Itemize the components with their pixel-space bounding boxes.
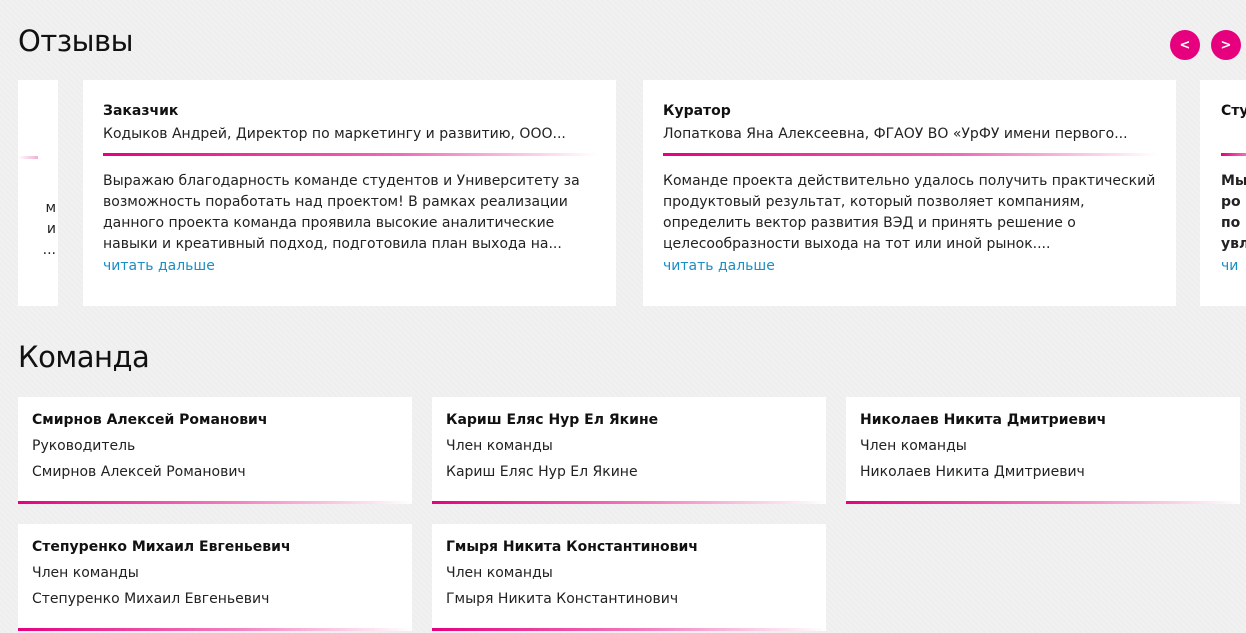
carousel-prev-button[interactable]: < (1170, 30, 1200, 60)
team-heading: Команда (18, 340, 150, 374)
review-author: Кодыков Андрей, Директор по маркетингу и… (103, 126, 566, 142)
member-name: Кариш Еляс Нур Ел Якине (446, 412, 659, 428)
member-role: Член команды (446, 438, 553, 454)
read-more-link[interactable]: читать дальше (103, 256, 215, 276)
review-divider (1221, 153, 1246, 156)
review-text-fragment: увл (1221, 236, 1246, 252)
member-name: Степуренко Михаил Евгеньевич (32, 539, 291, 555)
review-text-fragment: Мы (1221, 173, 1246, 189)
review-text-fragment: по (1221, 215, 1241, 231)
member-name: Гмыря Никита Константинович (446, 539, 698, 555)
review-card-partial-right: Сту Мы ро по увл чи (1200, 80, 1246, 306)
member-role: Руководитель (32, 438, 136, 454)
review-divider (103, 153, 597, 156)
review-text-fragment: и (46, 221, 56, 237)
member-role: Член команды (446, 565, 553, 581)
review-card-partial-left: м и ... (18, 80, 58, 306)
team-member-card: Степуренко Михаил Евгеньевич Член команд… (18, 524, 412, 631)
team-member-card: Смирнов Алексей Романович Руководитель С… (18, 397, 412, 504)
review-text-fragments: Мы ро по увл (1221, 171, 1246, 255)
read-more-link[interactable]: чи (1221, 256, 1238, 276)
member-divider (432, 628, 826, 631)
member-full-name: Николаев Никита Дмитриевич (860, 464, 1085, 480)
reviews-heading: Отзывы (18, 24, 134, 58)
team-member-card: Николаев Никита Дмитриевич Член команды … (846, 397, 1240, 504)
review-role: Сту (1221, 103, 1246, 119)
member-full-name: Степуренко Михаил Евгеньевич (32, 591, 270, 607)
member-divider (18, 501, 412, 504)
member-divider (846, 501, 1240, 504)
review-card: Заказчик Кодыков Андрей, Директор по мар… (83, 80, 616, 306)
member-full-name: Смирнов Алексей Романович (32, 464, 246, 480)
member-name: Николаев Никита Дмитриевич (860, 412, 1107, 428)
member-role: Член команды (860, 438, 967, 454)
review-text-fragment: м (45, 200, 56, 216)
member-full-name: Гмыря Никита Константинович (446, 591, 679, 607)
reviews-carousel: м и ... Заказчик Кодыков Андрей, Директо… (18, 80, 1246, 306)
team-member-card: Кариш Еляс Нур Ел Якине Член команды Кар… (432, 397, 826, 504)
review-role: Куратор (663, 103, 731, 119)
review-text: Команде проекта действительно удалось по… (663, 173, 1156, 252)
member-name: Смирнов Алексей Романович (32, 412, 268, 428)
review-text: Выражаю благодарность команде студентов … (103, 173, 580, 252)
review-author: Лопаткова Яна Алексеевна, ФГАОУ ВО «УрФУ… (663, 126, 1128, 142)
member-divider (432, 501, 826, 504)
member-divider (18, 628, 412, 631)
review-role: Заказчик (103, 103, 179, 119)
member-role: Член команды (32, 565, 139, 581)
review-card: Куратор Лопаткова Яна Алексеевна, ФГАОУ … (643, 80, 1176, 306)
review-divider (663, 153, 1157, 156)
review-divider (18, 156, 38, 159)
review-text-fragment: ... (42, 242, 56, 258)
member-full-name: Кариш Еляс Нур Ел Якине (446, 464, 638, 480)
carousel-next-button[interactable]: > (1211, 30, 1241, 60)
team-member-card: Гмыря Никита Константинович Член команды… (432, 524, 826, 631)
review-text-fragment: ро (1221, 194, 1241, 210)
read-more-link[interactable]: читать дальше (663, 256, 775, 276)
